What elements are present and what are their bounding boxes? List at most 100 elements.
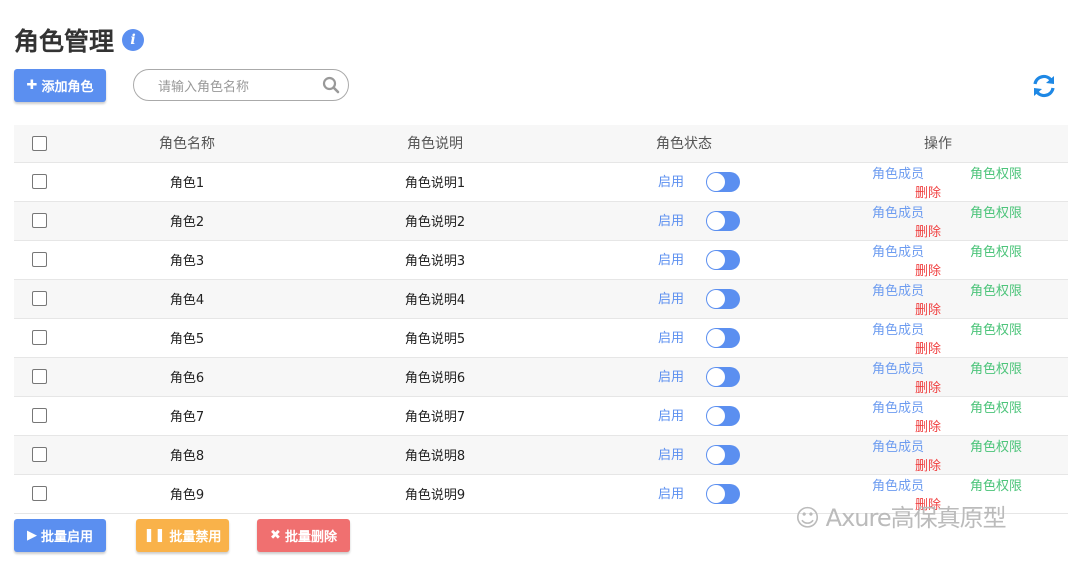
members-link[interactable]: 角色成员 (872, 245, 924, 260)
bulk-delete-button[interactable]: ✖ 批量删除 (257, 519, 350, 552)
permissions-link[interactable]: 角色权限 (970, 362, 1022, 377)
delete-link[interactable]: 删除 (915, 459, 941, 474)
permissions-link[interactable]: 角色权限 (970, 401, 1022, 416)
status-text: 启用 (658, 291, 685, 307)
status-toggle[interactable] (706, 367, 741, 388)
actions-cell: 角色成员 角色权限删除 (808, 278, 1068, 318)
permissions-link[interactable]: 角色权限 (970, 479, 1022, 494)
role-name: 角色2 (64, 200, 310, 240)
status-toggle[interactable] (706, 289, 741, 310)
permissions-link[interactable]: 角色权限 (970, 245, 1022, 260)
roles-table: 角色名称 角色说明 角色状态 操作 角色1 角色说明1 启用 角色成员 角色权限删… (14, 125, 1068, 514)
search-icon[interactable] (322, 76, 340, 94)
status-cell: 启用 (560, 317, 808, 357)
members-link[interactable]: 角色成员 (872, 167, 924, 182)
search-input[interactable]: 请输入角色名称 (133, 69, 349, 101)
role-desc: 角色说明8 (310, 434, 560, 474)
permissions-link[interactable]: 角色权限 (970, 440, 1022, 455)
role-desc: 角色说明9 (310, 473, 560, 514)
row-checkbox[interactable] (31, 369, 47, 384)
watermark: ☺ Axure高保真原型 (795, 498, 1007, 533)
bulk-enable-label: 批量启用 (40, 530, 93, 545)
role-desc: 角色说明3 (310, 239, 560, 279)
status-toggle[interactable] (706, 172, 741, 193)
status-toggle[interactable] (706, 445, 741, 466)
status-toggle[interactable] (706, 328, 741, 349)
status-cell: 启用 (560, 395, 808, 435)
delete-link[interactable]: 删除 (915, 186, 941, 201)
row-checkbox[interactable] (31, 408, 47, 423)
permissions-link[interactable]: 角色权限 (970, 284, 1022, 299)
row-checkbox[interactable] (31, 330, 47, 345)
actions-cell: 角色成员 角色权限删除 (808, 239, 1068, 279)
status-toggle[interactable] (706, 211, 741, 232)
members-link[interactable]: 角色成员 (872, 440, 924, 455)
table-row: 角色7 角色说明7 启用 角色成员 角色权限删除 (14, 395, 1068, 435)
role-desc: 角色说明2 (310, 200, 560, 240)
status-text: 启用 (658, 369, 685, 385)
bulk-enable-button[interactable]: ▶ 批量启用 (14, 519, 106, 552)
bulk-disable-button[interactable]: ❚❚ 批量禁用 (136, 519, 229, 552)
select-all-checkbox[interactable] (31, 135, 47, 151)
role-name: 角色5 (64, 317, 310, 357)
delete-link[interactable]: 删除 (915, 381, 941, 396)
header-name: 角色名称 (64, 125, 310, 162)
row-checkbox[interactable] (31, 252, 47, 267)
permissions-link[interactable]: 角色权限 (970, 323, 1022, 338)
role-desc: 角色说明1 (310, 161, 560, 201)
delete-link[interactable]: 删除 (915, 342, 941, 357)
wechat-icon: ☺ (795, 504, 820, 532)
row-checkbox[interactable] (31, 291, 47, 306)
status-text: 启用 (658, 408, 685, 424)
status-toggle[interactable] (706, 406, 741, 427)
row-checkbox[interactable] (31, 447, 47, 462)
role-desc: 角色说明5 (310, 317, 560, 357)
permissions-link[interactable]: 角色权限 (970, 206, 1022, 221)
header-actions: 操作 (808, 125, 1068, 162)
row-checkbox[interactable] (31, 486, 47, 501)
actions-cell: 角色成员 角色权限删除 (808, 200, 1068, 240)
members-link[interactable]: 角色成员 (872, 401, 924, 416)
members-link[interactable]: 角色成员 (872, 323, 924, 338)
row-select-cell (14, 356, 64, 396)
row-checkbox[interactable] (31, 213, 47, 228)
refresh-icon[interactable] (1030, 72, 1058, 100)
table-row: 角色6 角色说明6 启用 角色成员 角色权限删除 (14, 356, 1068, 396)
status-text: 启用 (658, 174, 685, 190)
role-name: 角色7 (64, 395, 310, 435)
role-name: 角色8 (64, 434, 310, 474)
status-text: 启用 (658, 213, 685, 229)
table-row: 角色4 角色说明4 启用 角色成员 角色权限删除 (14, 278, 1068, 318)
role-name: 角色4 (64, 278, 310, 318)
status-cell: 启用 (560, 356, 808, 396)
add-role-button[interactable]: ✚ 添加角色 (14, 69, 106, 102)
role-name: 角色3 (64, 239, 310, 279)
role-name: 角色6 (64, 356, 310, 396)
delete-link[interactable]: 删除 (915, 264, 941, 279)
row-select-cell (14, 161, 64, 201)
members-link[interactable]: 角色成员 (872, 362, 924, 377)
table-row: 角色2 角色说明2 启用 角色成员 角色权限删除 (14, 200, 1068, 240)
table-row: 角色5 角色说明5 启用 角色成员 角色权限删除 (14, 317, 1068, 357)
header-status: 角色状态 (560, 125, 808, 162)
page-title: 角色管理 i (14, 22, 145, 58)
row-select-cell (14, 239, 64, 279)
actions-cell: 角色成员 角色权限删除 (808, 317, 1068, 357)
permissions-link[interactable]: 角色权限 (970, 167, 1022, 182)
delete-link[interactable]: 删除 (915, 225, 941, 240)
members-link[interactable]: 角色成员 (872, 479, 924, 494)
play-icon: ▶ (26, 528, 37, 543)
delete-link[interactable]: 删除 (915, 420, 941, 435)
page-title-text: 角色管理 (14, 27, 115, 56)
delete-link[interactable]: 删除 (915, 303, 941, 318)
role-desc: 角色说明6 (310, 356, 560, 396)
members-link[interactable]: 角色成员 (872, 206, 924, 221)
members-link[interactable]: 角色成员 (872, 284, 924, 299)
status-toggle[interactable] (706, 484, 741, 505)
info-icon[interactable]: i (122, 29, 145, 51)
status-toggle[interactable] (706, 250, 741, 271)
actions-cell: 角色成员 角色权限删除 (808, 161, 1068, 201)
row-select-cell (14, 473, 64, 514)
row-checkbox[interactable] (31, 174, 47, 189)
add-role-label: 添加角色 (41, 80, 94, 95)
